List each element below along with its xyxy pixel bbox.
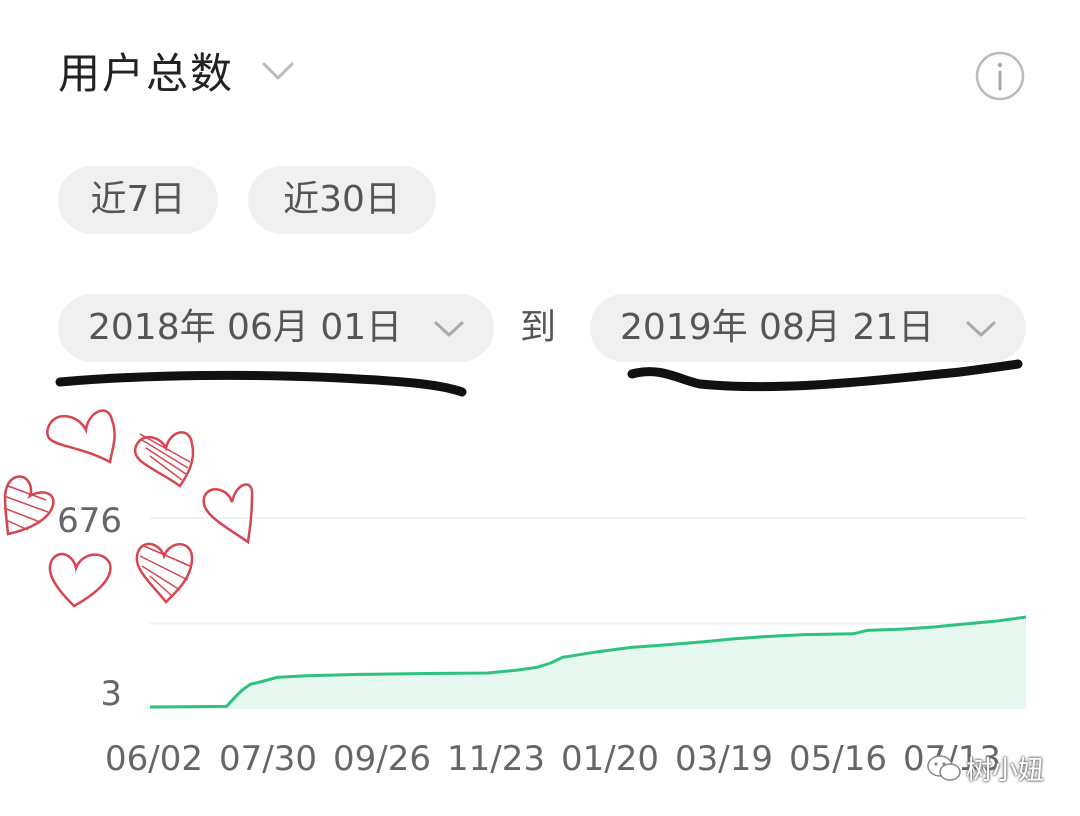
x-tick-label: 07/30 [219,739,317,779]
y-tick-label: 3 [100,674,122,714]
watermark-text: 树小妞 [966,756,1045,786]
x-tick-label: 06/02 [105,739,203,779]
wechat-icon [927,755,961,781]
x-tick-label: 05/16 [789,739,887,779]
x-tick-label: 09/26 [333,739,431,779]
x-tick-label: 01/20 [561,739,659,779]
y-tick-label: 676 [57,501,122,541]
x-tick-label: 11/23 [447,739,545,779]
x-tick-label: 03/19 [675,739,773,779]
user-total-chart: 676306/02 07/30 09/26 11/23 01/20 03/19 05/16 0… [57,501,1027,779]
